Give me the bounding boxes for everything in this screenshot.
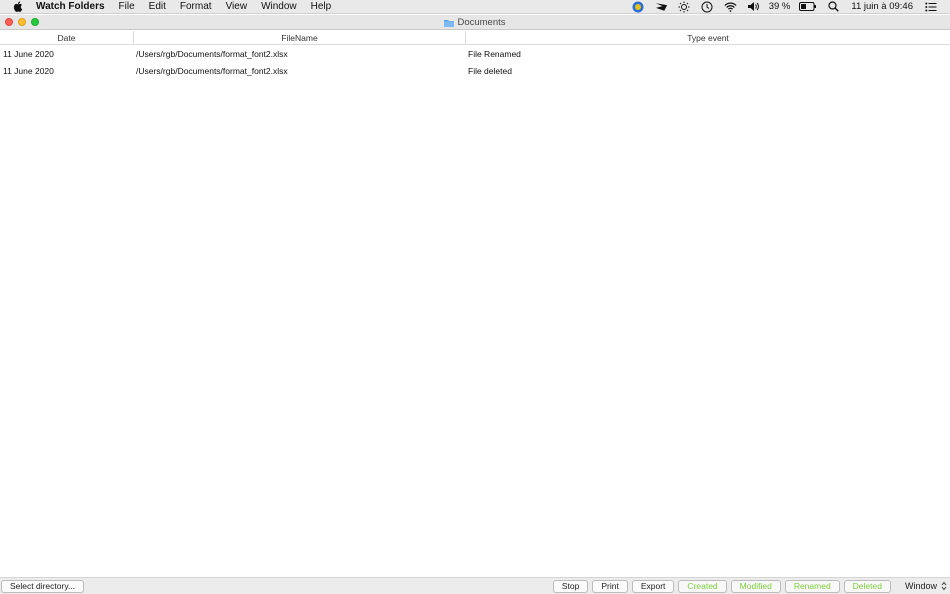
bottom-toolbar: Select directory... Stop Print Export Cr… xyxy=(0,577,950,594)
filter-modified-button[interactable]: Modified xyxy=(730,579,781,593)
volume-icon[interactable] xyxy=(747,1,760,13)
menu-view[interactable]: View xyxy=(219,0,255,14)
apple-icon[interactable] xyxy=(13,1,23,12)
column-header-date[interactable]: Date xyxy=(0,31,134,45)
menu-edit[interactable]: Edit xyxy=(142,0,173,14)
time-machine-icon[interactable] xyxy=(701,1,714,13)
menu-help[interactable]: Help xyxy=(304,0,339,14)
notification-center-icon[interactable] xyxy=(924,1,937,13)
menu-bar: Watch Folders File Edit Format View Wind… xyxy=(0,0,950,14)
column-header-filename[interactable]: FileName xyxy=(134,31,466,45)
battery-icon[interactable] xyxy=(799,1,817,13)
table-header: Date FileName Type event xyxy=(0,31,950,45)
print-button[interactable]: Print xyxy=(592,579,628,593)
up-down-chevron-icon xyxy=(941,581,947,591)
cell-date: 11 June 2020 xyxy=(3,66,54,77)
table-row[interactable]: 11 June 2020 /Users/rgb/Documents/format… xyxy=(0,63,950,81)
filter-deleted-button[interactable]: Deleted xyxy=(843,579,891,593)
filter-created-button[interactable]: Created xyxy=(678,579,727,593)
menu-format[interactable]: Format xyxy=(173,0,219,14)
cell-type-event: File Renamed xyxy=(468,48,521,59)
minimize-window-button[interactable] xyxy=(18,18,26,26)
column-header-type-event[interactable]: Type event xyxy=(466,31,950,45)
window-title-bar[interactable]: Documents xyxy=(0,15,950,30)
airmail-icon[interactable] xyxy=(655,1,668,13)
menu-window[interactable]: Window xyxy=(254,0,304,14)
filter-renamed-button[interactable]: Renamed xyxy=(784,579,840,593)
folder-icon xyxy=(444,19,455,27)
export-button[interactable]: Export xyxy=(631,579,675,593)
spotlight-search-icon[interactable] xyxy=(827,1,840,13)
table-row[interactable]: 11 June 2020 /Users/rgb/Documents/format… xyxy=(0,45,950,63)
cell-filename: /Users/rgb/Documents/format_font2.xlsx xyxy=(136,48,288,59)
wifi-icon[interactable] xyxy=(724,1,737,13)
events-table: 11 June 2020 /Users/rgb/Documents/format… xyxy=(0,45,950,577)
cell-filename: /Users/rgb/Documents/format_font2.xlsx xyxy=(136,66,288,77)
window-title: Documents xyxy=(457,17,506,28)
menu-clock[interactable]: 11 juin à 09:46 xyxy=(851,1,913,12)
select-directory-button[interactable]: Select directory... xyxy=(1,579,85,593)
zoom-window-button[interactable] xyxy=(31,18,39,26)
close-window-button[interactable] xyxy=(5,18,13,26)
battery-percent: 39 % xyxy=(768,1,791,12)
cell-type-event: File deleted xyxy=(468,66,512,77)
brightness-icon[interactable] xyxy=(678,1,691,13)
menu-app-name[interactable]: Watch Folders xyxy=(36,0,112,14)
window-level-value: Window xyxy=(904,581,937,591)
cell-date: 11 June 2020 xyxy=(3,48,54,59)
window-level-select[interactable]: Window xyxy=(905,581,947,591)
menu-file[interactable]: File xyxy=(112,0,142,14)
app-status-icon[interactable] xyxy=(632,1,645,13)
stop-button[interactable]: Stop xyxy=(552,579,589,593)
